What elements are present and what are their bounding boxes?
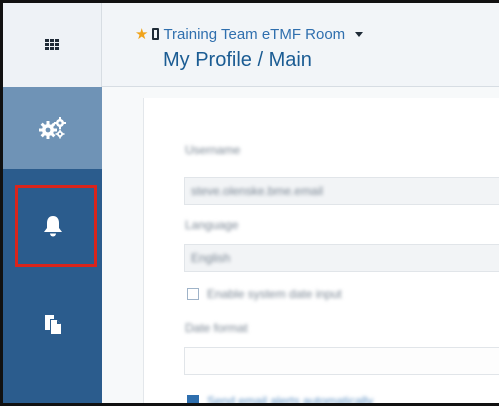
room-name: Training Team eTMF Room (163, 25, 346, 43)
gears-icon (38, 117, 66, 139)
grid-icon (45, 39, 59, 51)
username-field[interactable]: steve.olenske.bme.email (184, 177, 499, 205)
language-value: English (191, 251, 231, 265)
enable-checkbox[interactable] (187, 288, 199, 300)
date-format-field[interactable] (184, 347, 499, 375)
top-header: ★ Training Team eTMF Room My Profile / M… (3, 3, 499, 87)
room-selector[interactable]: ★ Training Team eTMF Room (135, 24, 364, 44)
star-icon[interactable]: ★ (135, 25, 148, 43)
documents-icon (44, 315, 61, 334)
sidebar-item-settings[interactable] (3, 87, 102, 169)
email-alerts-checkbox[interactable] (187, 395, 199, 403)
email-alerts-label: Send email alerts automatically (207, 394, 374, 406)
username-value: steve.olenske.bme.email (191, 184, 324, 198)
page-title: My Profile / Main (163, 49, 312, 71)
sidebar-item-documents[interactable] (3, 283, 102, 365)
notifications-highlight (15, 185, 97, 267)
username-label: Username (185, 143, 241, 157)
language-select[interactable]: English (184, 244, 499, 272)
app-frame: ★ Training Team eTMF Room My Profile / M… (0, 0, 499, 406)
language-label: Language (185, 218, 239, 232)
date-format-label: Date format (185, 321, 248, 335)
chevron-down-icon[interactable] (355, 31, 364, 37)
app-grid-button[interactable] (3, 3, 102, 87)
checkbox-label: Enable system date input (207, 287, 342, 301)
mobile-icon (152, 28, 160, 40)
